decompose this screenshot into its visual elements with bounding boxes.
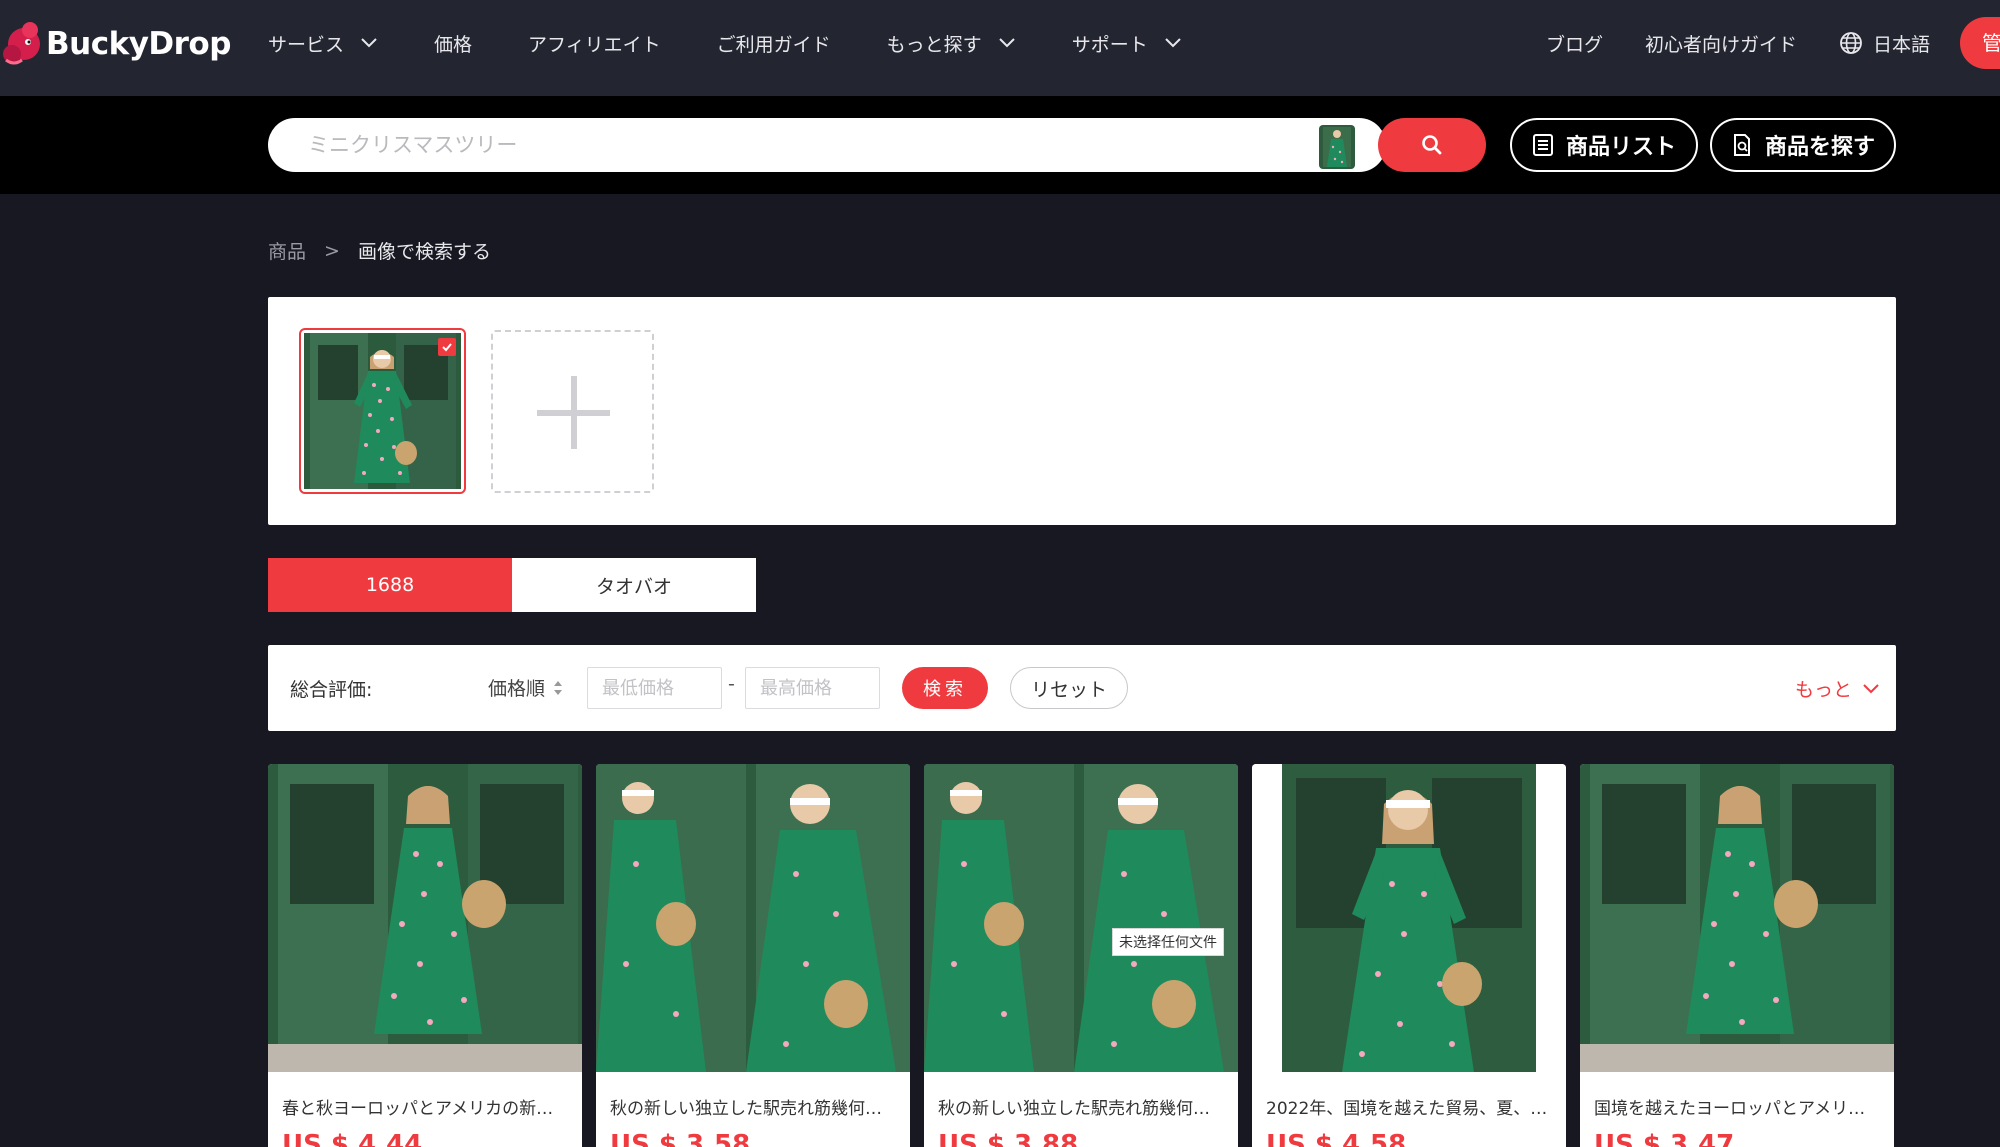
language-label: 日本語 bbox=[1872, 33, 1930, 56]
product-card[interactable]: 秋の新しい独立した駅売れ筋幾何学模様のドレス US $ 3.58 bbox=[596, 764, 910, 1147]
nav-item-explore[interactable]: もっと探す bbox=[887, 30, 1016, 57]
list-icon bbox=[1532, 134, 1553, 156]
product-list-button[interactable]: 商品リスト bbox=[1510, 118, 1698, 172]
search-icon bbox=[1422, 135, 1442, 155]
product-card[interactable]: 春と秋ヨーロッパとアメリカの新しいスタイルのドレス US $ 4.44 bbox=[268, 764, 582, 1147]
product-price: US $ 4.58 bbox=[1266, 1130, 1407, 1147]
tab-taobao[interactable]: タオバオ bbox=[512, 558, 756, 612]
product-grid: 春と秋ヨーロッパとアメリカの新しいスタイルのドレス US $ 4.44 秋の新し… bbox=[268, 764, 1894, 1147]
price-range-dash: - bbox=[728, 673, 735, 695]
nav-item-label: 初心者向けガイド bbox=[1644, 33, 1797, 56]
breadcrumb-current: 画像で検索する bbox=[357, 241, 491, 263]
price-sort-toggle[interactable]: 価格順 bbox=[488, 674, 563, 701]
find-product-button[interactable]: 商品を探す bbox=[1710, 118, 1896, 172]
source-tabs: 1688 タオバオ bbox=[268, 558, 756, 612]
search-box bbox=[268, 118, 1386, 172]
search-input[interactable] bbox=[308, 118, 1208, 172]
nav-item-services[interactable]: サービス bbox=[268, 30, 378, 57]
check-icon bbox=[442, 343, 452, 352]
search-image-thumbnail[interactable] bbox=[1319, 125, 1355, 169]
search-section: 商品リスト 商品を探す bbox=[0, 96, 2000, 194]
nav-item-label: アフィリエイト bbox=[528, 33, 661, 56]
max-price-input[interactable] bbox=[745, 667, 880, 709]
product-price: US $ 3.58 bbox=[610, 1130, 751, 1147]
chevron-down-icon bbox=[361, 38, 377, 48]
product-card[interactable]: 国境を越えたヨーロッパとアメリカの新しいドレス US $ 3.47 bbox=[1580, 764, 1894, 1147]
product-image bbox=[1252, 764, 1566, 1072]
price-sort-label: 価格順 bbox=[488, 678, 546, 700]
product-title: 秋の新しい独立した駅売れ筋幾何学模様のドレス bbox=[610, 1099, 898, 1119]
language-selector[interactable]: 日本語 bbox=[1839, 30, 1930, 57]
product-image bbox=[596, 764, 910, 1072]
nav-item-label: 価格 bbox=[434, 33, 473, 56]
nav-item-label: サポート bbox=[1071, 33, 1148, 56]
globe-icon bbox=[1840, 32, 1862, 54]
add-image-button[interactable] bbox=[491, 330, 654, 493]
brand-name: BuckyDrop bbox=[46, 26, 231, 62]
filter-search-button[interactable]: 検索 bbox=[902, 667, 988, 709]
nav-item-support[interactable]: サポート bbox=[1072, 30, 1182, 57]
file-input-tooltip: 未选择任何文件 bbox=[1112, 928, 1224, 956]
nav-item-label: もっと探す bbox=[886, 33, 982, 56]
overall-rating-label[interactable]: 総合評価: bbox=[290, 675, 372, 702]
product-title: 国境を越えたヨーロッパとアメリカの新しいドレス bbox=[1594, 1099, 1882, 1119]
breadcrumb-products[interactable]: 商品 bbox=[268, 237, 306, 264]
manage-button[interactable]: 管 bbox=[1960, 17, 2000, 69]
nav-item-affiliate[interactable]: アフィリエイト bbox=[528, 30, 661, 57]
nav-item-pricing[interactable]: 価格 bbox=[434, 30, 472, 57]
product-image bbox=[268, 764, 582, 1072]
chevron-down-icon bbox=[998, 38, 1015, 48]
tab-1688[interactable]: 1688 bbox=[268, 558, 512, 612]
filter-bar: 総合評価: 価格順 - 検索 リセット もっと bbox=[268, 645, 1896, 731]
document-search-icon bbox=[1733, 134, 1750, 156]
nav-item-guide[interactable]: ご利用ガイド bbox=[717, 30, 831, 57]
breadcrumb-separator: > bbox=[324, 239, 340, 262]
product-card[interactable]: 2022年、国境を越えた貿易、夏、新しいドレス US $ 4.58 bbox=[1252, 764, 1566, 1147]
dress-photo-image bbox=[304, 333, 461, 489]
selected-checkbox[interactable] bbox=[438, 338, 456, 356]
product-title: 2022年、国境を越えた貿易、夏、新しいドレス bbox=[1266, 1099, 1554, 1119]
dress-thumbnail-image bbox=[1319, 125, 1355, 169]
top-navigation: BuckyDrop サービス 価格 アフィリエイト ご利用ガイド もっと探す サ… bbox=[0, 0, 2000, 96]
product-list-label: 商品リスト bbox=[1565, 135, 1676, 160]
nav-item-label: サービス bbox=[268, 33, 345, 56]
search-button[interactable] bbox=[1378, 118, 1486, 172]
brand-logo[interactable]: BuckyDrop bbox=[0, 8, 231, 80]
nav-item-label: ご利用ガイド bbox=[716, 33, 831, 56]
chevron-down-icon bbox=[1164, 38, 1181, 48]
nav-item-label: ブログ bbox=[1545, 33, 1603, 56]
sort-icon bbox=[554, 680, 563, 695]
reset-button[interactable]: リセット bbox=[1010, 667, 1128, 709]
product-title: 秋の新しい独立した駅売れ筋幾何学模様のワンピース bbox=[938, 1099, 1226, 1119]
product-price: US $ 4.44 bbox=[282, 1130, 423, 1147]
uploaded-image[interactable] bbox=[299, 328, 466, 494]
product-price: US $ 3.88 bbox=[938, 1130, 1079, 1147]
min-price-input[interactable] bbox=[587, 667, 722, 709]
product-image bbox=[1580, 764, 1894, 1072]
product-image bbox=[924, 764, 1238, 1072]
chevron-down-icon bbox=[1863, 683, 1879, 693]
more-label: もっと bbox=[1794, 679, 1852, 701]
bucky-logo-icon bbox=[3, 22, 40, 65]
breadcrumb: 商品 > 画像で検索する bbox=[268, 237, 491, 264]
image-upload-panel bbox=[268, 297, 1896, 525]
product-price: US $ 3.47 bbox=[1594, 1130, 1735, 1147]
nav-item-beginner-guide[interactable]: 初心者向けガイド bbox=[1645, 30, 1797, 57]
more-filters-button[interactable]: もっと bbox=[1795, 675, 1880, 702]
nav-item-blog[interactable]: ブログ bbox=[1546, 30, 1603, 57]
find-product-label: 商品を探す bbox=[1764, 135, 1875, 160]
product-title: 春と秋ヨーロッパとアメリカの新しいスタイルのドレス bbox=[282, 1099, 570, 1119]
